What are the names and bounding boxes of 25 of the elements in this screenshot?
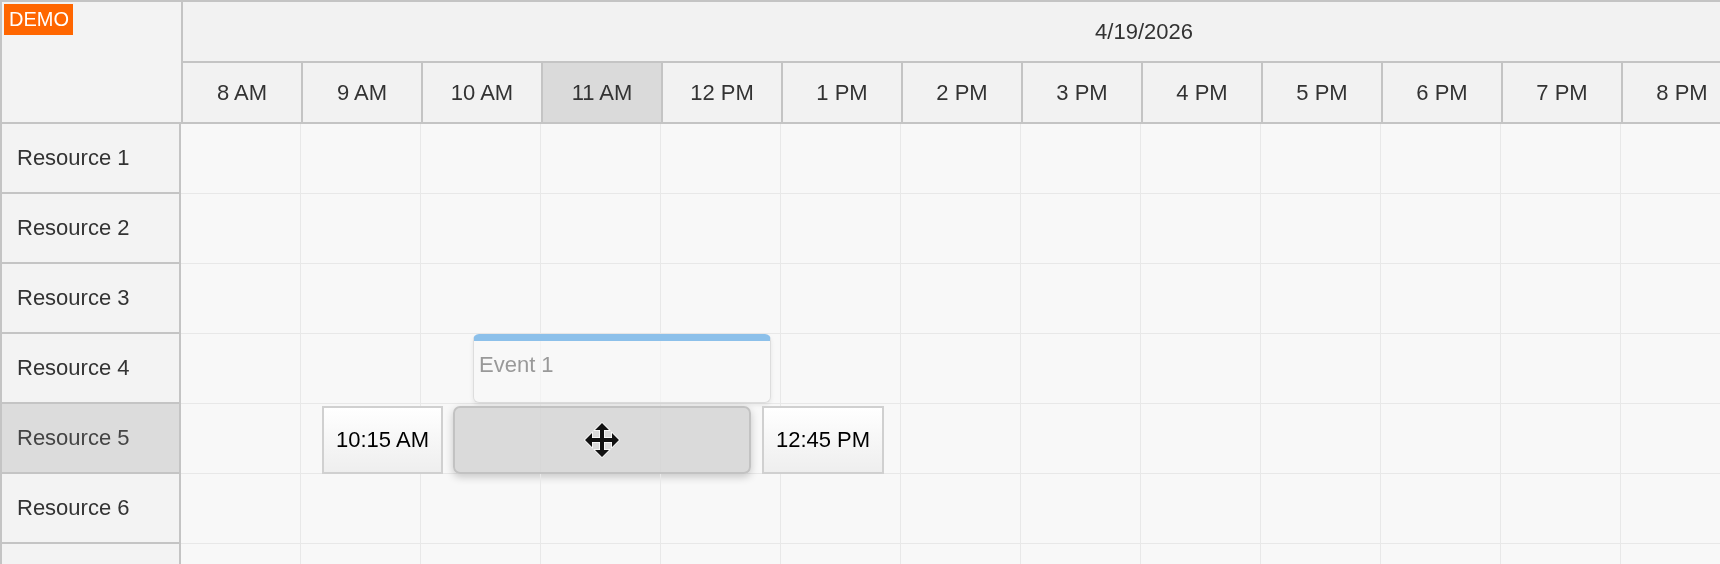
resource-header[interactable]: Resource 2: [2, 194, 181, 264]
drag-placeholder[interactable]: [453, 406, 751, 474]
hour-header[interactable]: 6 PM: [1383, 63, 1503, 122]
hour-header[interactable]: 4 PM: [1143, 63, 1263, 122]
hour-header[interactable]: 1 PM: [783, 63, 903, 122]
resource-header[interactable]: Resource 1: [2, 124, 181, 194]
date-header: 4/19/2026: [183, 2, 1720, 63]
resource-header[interactable]: Resource 3: [2, 264, 181, 334]
demo-badge: DEMO: [4, 4, 73, 35]
hour-header[interactable]: 3 PM: [1023, 63, 1143, 122]
hour-header[interactable]: 8 AM: [183, 63, 303, 122]
hour-header[interactable]: 2 PM: [903, 63, 1023, 122]
resource-header[interactable]: Resource 5: [2, 404, 181, 474]
hour-header[interactable]: 9 AM: [303, 63, 423, 122]
hour-header[interactable]: 8 PM: [1623, 63, 1720, 122]
hour-header[interactable]: 12 PM: [663, 63, 783, 122]
move-icon: [583, 421, 621, 459]
hour-header[interactable]: 7 PM: [1503, 63, 1623, 122]
resource-header[interactable]: Resource 6: [2, 474, 181, 544]
end-time-label: 12:45 PM: [762, 406, 884, 474]
resource-header[interactable]: Resource 4: [2, 334, 181, 404]
hour-header[interactable]: 11 AM: [543, 63, 663, 122]
hour-header[interactable]: 10 AM: [423, 63, 543, 122]
hour-header[interactable]: 5 PM: [1263, 63, 1383, 122]
start-time-label: 10:15 AM: [322, 406, 443, 474]
